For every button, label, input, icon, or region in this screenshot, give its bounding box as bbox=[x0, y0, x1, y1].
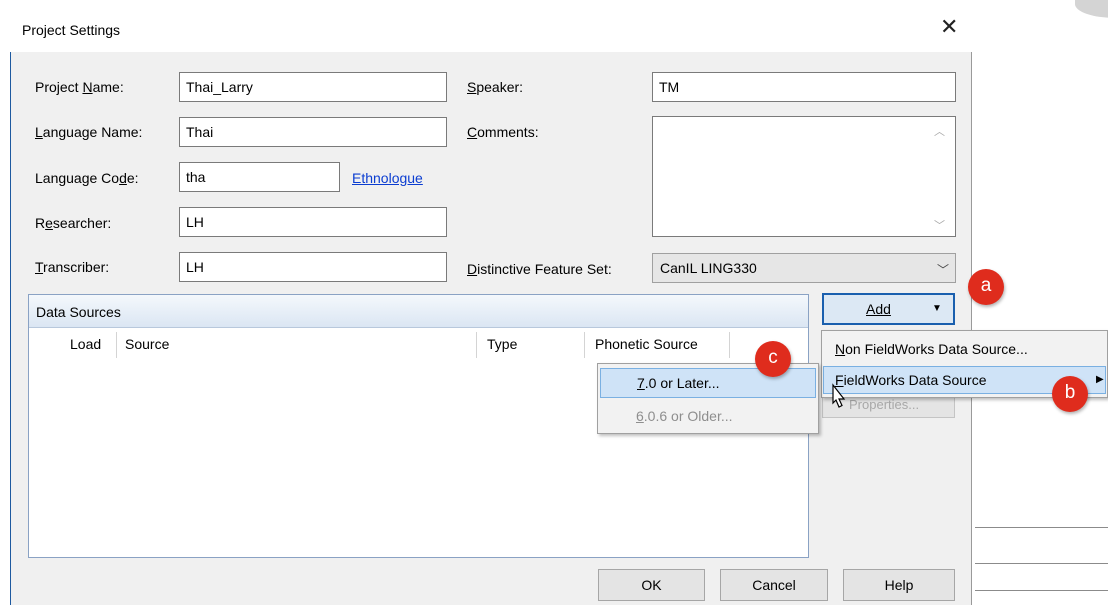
data-sources-header: Data Sources bbox=[29, 295, 808, 328]
transcriber-field[interactable]: LH bbox=[179, 252, 447, 282]
cancel-button[interactable]: Cancel bbox=[720, 569, 828, 601]
feature-set-label: Distinctive Feature Set: bbox=[467, 261, 612, 277]
researcher-label: Researcher: bbox=[35, 215, 112, 231]
transcriber-label: Transcriber: bbox=[35, 259, 110, 275]
menu-item-7-label: 7.0 or Later... bbox=[637, 375, 720, 391]
speaker-label: Speaker: bbox=[467, 79, 524, 95]
close-icon[interactable]: ✕ bbox=[940, 16, 958, 38]
menu-item-non-fieldworks[interactable]: Non FieldWorks Data Source... bbox=[835, 341, 1028, 357]
add-button[interactable]: Add ▼ bbox=[822, 293, 955, 325]
feature-set-value: CanIL LING330 bbox=[660, 260, 757, 276]
language-code-field[interactable]: tha bbox=[179, 162, 340, 192]
comments-label: Comments: bbox=[467, 124, 539, 140]
column-divider bbox=[729, 332, 730, 358]
callout-badge-b: b bbox=[1052, 376, 1088, 412]
column-header-load[interactable]: Load bbox=[70, 336, 101, 352]
background-divider bbox=[975, 590, 1108, 591]
feature-set-select[interactable]: CanIL LING330 ﹀ bbox=[652, 253, 956, 283]
scroll-up-icon[interactable]: ︿ bbox=[934, 123, 945, 139]
menu-item-6-or-older[interactable]: 6.0.6 or Older... bbox=[636, 408, 733, 424]
add-button-label: Add bbox=[866, 301, 891, 317]
project-name-label: Project Name: bbox=[35, 79, 124, 95]
column-header-type[interactable]: Type bbox=[487, 336, 517, 352]
dropdown-arrow-icon: ▼ bbox=[932, 303, 942, 314]
language-name-label: Language Name: bbox=[35, 124, 143, 140]
mouse-pointer-icon bbox=[832, 383, 846, 408]
project-name-field[interactable]: Thai_Larry bbox=[179, 72, 447, 102]
language-name-field[interactable]: Thai bbox=[179, 117, 447, 147]
column-header-source[interactable]: Source bbox=[125, 336, 169, 352]
callout-badge-a: a bbox=[968, 269, 1004, 305]
language-code-label: Language Code: bbox=[35, 170, 139, 186]
help-button[interactable]: Help bbox=[843, 569, 955, 601]
comments-textarea[interactable]: ︿ ﹀ bbox=[652, 116, 956, 237]
background-divider bbox=[975, 527, 1108, 528]
background-divider bbox=[975, 563, 1108, 564]
column-header-phonetic-source[interactable]: Phonetic Source bbox=[595, 336, 698, 352]
menu-item-fieldworks-label: FieldWorks Data Source bbox=[835, 372, 987, 388]
column-divider bbox=[584, 332, 585, 358]
speaker-field[interactable]: TM bbox=[652, 72, 956, 102]
title-bar bbox=[10, 0, 972, 52]
chevron-down-icon: ﹀ bbox=[937, 263, 950, 277]
ethnologue-link[interactable]: Ethnologue bbox=[352, 170, 423, 186]
ok-button[interactable]: OK bbox=[598, 569, 705, 601]
column-divider bbox=[116, 332, 117, 358]
callout-badge-c: c bbox=[755, 341, 791, 377]
column-divider bbox=[476, 332, 477, 358]
scroll-down-icon[interactable]: ﹀ bbox=[934, 217, 945, 233]
fieldworks-submenu: 7.0 or Later... 6.0.6 or Older... bbox=[597, 363, 819, 434]
dialog-title: Project Settings bbox=[22, 22, 121, 38]
researcher-field[interactable]: LH bbox=[179, 207, 447, 237]
submenu-arrow-icon: ▶ bbox=[1096, 374, 1104, 385]
